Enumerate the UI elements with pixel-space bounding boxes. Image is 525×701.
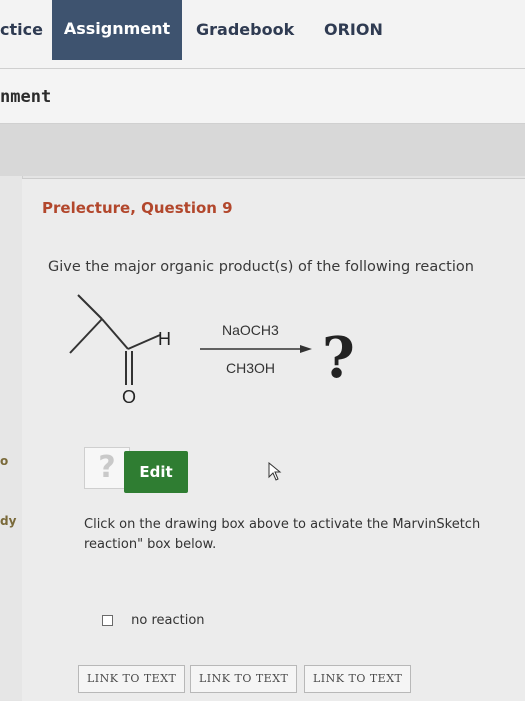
link-to-text-button[interactable]: LINK TO TEXT xyxy=(304,665,412,693)
reaction-scheme: H O NaOCH3 CH3OH ? xyxy=(69,294,355,407)
top-navigation: ctice Assignment Gradebook ORION xyxy=(0,0,525,69)
arrow-head xyxy=(300,345,312,353)
question-panel: Prelecture, Question 9 Give the major or… xyxy=(22,178,525,701)
left-sidebar-strip: o dy xyxy=(0,176,23,700)
tab-assignment[interactable]: Assignment xyxy=(52,0,182,60)
tab-label: Assignment xyxy=(63,19,171,38)
question-title: Prelecture, Question 9 xyxy=(42,199,233,217)
tab-label: ORION xyxy=(324,20,383,39)
aldehyde-h-label: H xyxy=(158,329,171,349)
aldehyde-structure xyxy=(69,294,161,385)
tab-gradebook[interactable]: Gradebook xyxy=(196,0,306,60)
page-header: nment xyxy=(0,69,525,124)
sidebar-mark[interactable]: dy xyxy=(0,514,16,528)
tab-orion[interactable]: ORION xyxy=(324,0,394,60)
product-question-mark: ? xyxy=(322,325,355,391)
carbonyl-o-label: O xyxy=(122,387,136,407)
reagent-bottom: CH3OH xyxy=(226,360,275,376)
no-reaction-option[interactable]: no reaction xyxy=(102,613,205,628)
edit-button[interactable]: Edit xyxy=(124,451,188,493)
header-band xyxy=(0,124,525,176)
no-reaction-checkbox[interactable] xyxy=(102,615,113,626)
question-mark-icon: ? xyxy=(98,450,116,485)
sidebar-mark[interactable]: o xyxy=(0,454,8,468)
instructions: Click on the drawing box above to activa… xyxy=(84,515,480,555)
reagent-top: NaOCH3 xyxy=(222,322,279,338)
link-to-text-button[interactable]: LINK TO TEXT xyxy=(190,665,298,693)
instruction-line: reaction" box below. xyxy=(84,537,217,552)
page-title: nment xyxy=(0,87,52,107)
no-reaction-label: no reaction xyxy=(131,613,205,628)
tab-label: ctice xyxy=(0,20,43,39)
question-text: Give the major organic product(s) of the… xyxy=(48,259,474,275)
instruction-line: Click on the drawing box above to activa… xyxy=(84,517,481,532)
link-to-text-button[interactable]: LINK TO TEXT xyxy=(78,665,186,693)
mouse-pointer-icon xyxy=(268,462,282,481)
tab-label: Gradebook xyxy=(196,20,295,39)
tab-practice[interactable]: ctice xyxy=(0,0,46,60)
